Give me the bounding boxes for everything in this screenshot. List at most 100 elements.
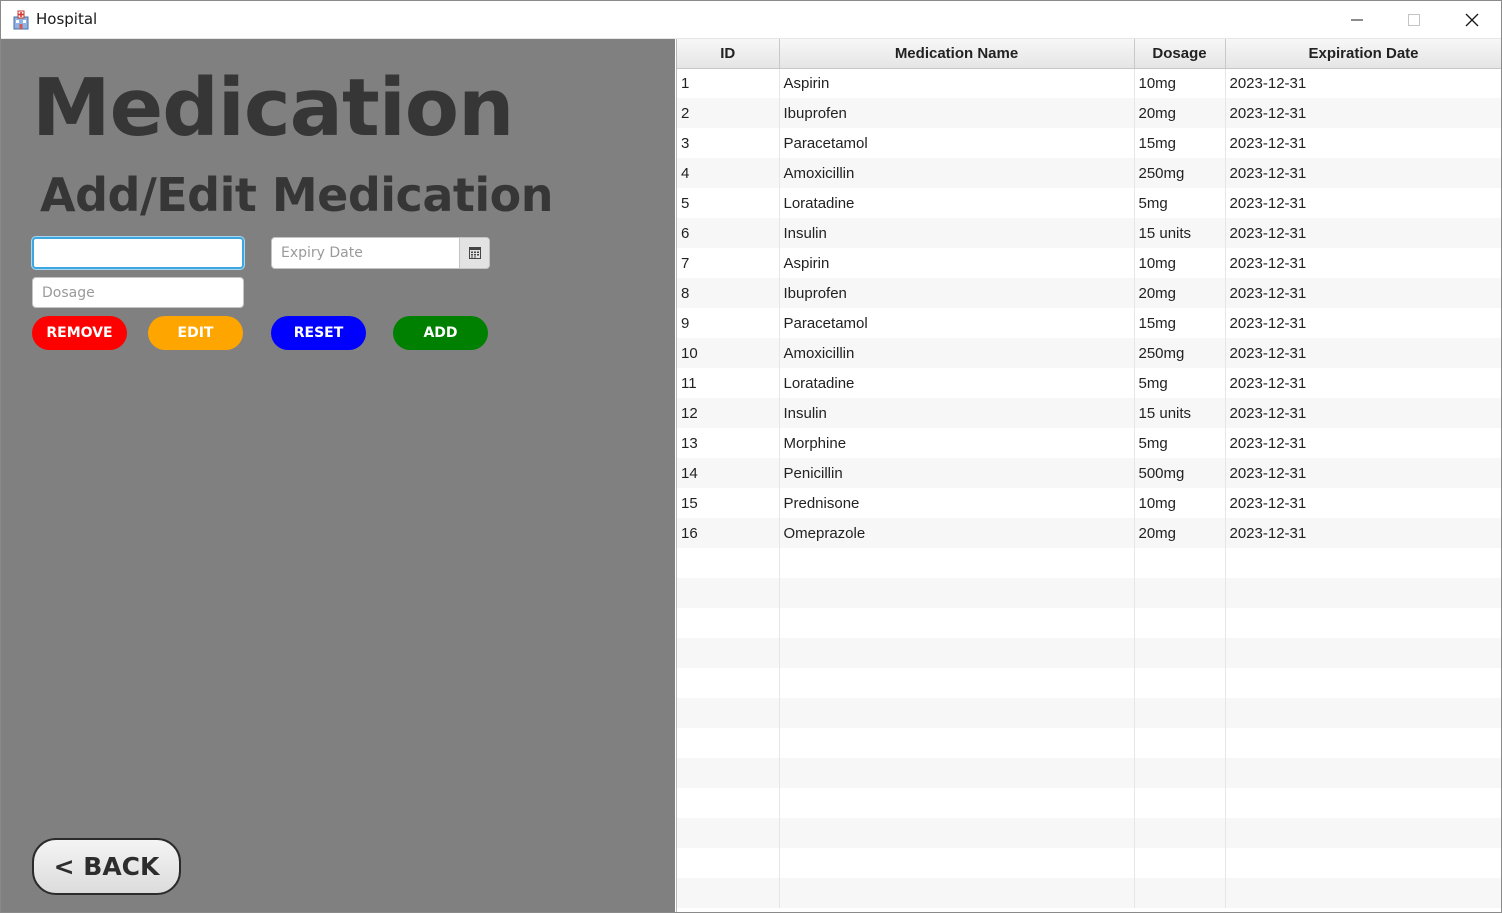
cell-dosage [1134,608,1226,638]
close-button[interactable] [1444,1,1500,38]
table-body: 1 Aspirin 10mg 2023-12-31 2 Ibuprofen 20mg 2023… [677,68,1501,908]
column-header-expiration-date[interactable]: Expiration Date [1225,39,1501,69]
cell-id: 13 [677,428,780,458]
cell-medication-name: Penicillin [779,458,1135,488]
cell-dosage: 5mg [1134,188,1226,218]
cell-dosage: 15mg [1134,308,1226,338]
back-button[interactable]: < BACK [32,838,181,895]
cell-dosage [1134,728,1226,758]
cell-expiration-date [1225,788,1501,818]
cell-medication-name: Loratadine [779,188,1135,218]
add-button[interactable]: ADD [393,316,488,350]
cell-medication-name: Insulin [779,218,1135,248]
cell-id: 10 [677,338,780,368]
calendar-button[interactable] [459,238,489,268]
cell-expiration-date: 2023-12-31 [1225,398,1501,428]
cell-medication-name [779,548,1135,578]
cell-dosage: 15mg [1134,128,1226,158]
table-row[interactable]: 10 Amoxicillin 250mg 2023-12-31 [677,338,1501,368]
empty-table-row [677,818,1501,848]
table-row[interactable]: 7 Aspirin 10mg 2023-12-31 [677,248,1501,278]
hospital-icon [13,10,29,30]
cell-id: 7 [677,248,780,278]
table-row[interactable]: 1 Aspirin 10mg 2023-12-31 [677,68,1501,98]
cell-id: 11 [677,368,780,398]
table-row[interactable]: 16 Omeprazole 20mg 2023-12-31 [677,518,1501,548]
cell-expiration-date [1225,668,1501,698]
app-window: Hospital Medication Add/Edit Medication [0,0,1502,913]
minimize-button[interactable] [1329,1,1385,38]
cell-medication-name: Paracetamol [779,308,1135,338]
cell-dosage: 20mg [1134,278,1226,308]
empty-table-row [677,758,1501,788]
cell-id: 6 [677,218,780,248]
cell-id: 8 [677,278,780,308]
cell-dosage [1134,758,1226,788]
column-header-dosage[interactable]: Dosage [1134,39,1226,69]
page-title: Medication [32,62,514,154]
maximize-button[interactable] [1386,1,1442,38]
table-row[interactable]: 5 Loratadine 5mg 2023-12-31 [677,188,1501,218]
cell-medication-name [779,788,1135,818]
cell-expiration-date [1225,848,1501,878]
cell-medication-name [779,878,1135,908]
table-row[interactable]: 9 Paracetamol 15mg 2023-12-31 [677,308,1501,338]
cell-expiration-date [1225,548,1501,578]
empty-table-row [677,788,1501,818]
cell-dosage: 250mg [1134,338,1226,368]
cell-id [677,818,780,848]
empty-table-row [677,638,1501,668]
cell-id [677,788,780,818]
column-header-id[interactable]: ID [677,39,780,69]
cell-medication-name [779,758,1135,788]
cell-expiration-date: 2023-12-31 [1225,98,1501,128]
table-row[interactable]: 14 Penicillin 500mg 2023-12-31 [677,458,1501,488]
cell-medication-name [779,728,1135,758]
medication-name-input[interactable] [32,237,244,269]
medication-table-panel[interactable]: ID Medication Name Dosage Expiration Dat… [676,39,1501,912]
cell-id: 3 [677,128,780,158]
cell-medication-name [779,698,1135,728]
dosage-input[interactable] [32,277,244,308]
reset-button[interactable]: RESET [271,316,366,350]
table-row[interactable]: 2 Ibuprofen 20mg 2023-12-31 [677,98,1501,128]
table-row[interactable]: 6 Insulin 15 units 2023-12-31 [677,218,1501,248]
cell-medication-name: Amoxicillin [779,338,1135,368]
table-row[interactable]: 11 Loratadine 5mg 2023-12-31 [677,368,1501,398]
cell-expiration-date [1225,728,1501,758]
title-bar: Hospital [1,1,1501,39]
cell-dosage [1134,548,1226,578]
cell-expiration-date: 2023-12-31 [1225,338,1501,368]
cell-expiration-date: 2023-12-31 [1225,518,1501,548]
table-row[interactable]: 4 Amoxicillin 250mg 2023-12-31 [677,158,1501,188]
column-header-medication-name[interactable]: Medication Name [779,39,1135,69]
cell-expiration-date [1225,758,1501,788]
cell-id: 15 [677,488,780,518]
cell-medication-name [779,608,1135,638]
cell-id: 1 [677,68,780,98]
cell-expiration-date: 2023-12-31 [1225,218,1501,248]
cell-id: 12 [677,398,780,428]
cell-expiration-date [1225,698,1501,728]
cell-medication-name: Aspirin [779,68,1135,98]
empty-table-row [677,548,1501,578]
empty-table-row [677,668,1501,698]
close-icon [1465,13,1479,26]
cell-id [677,608,780,638]
cell-dosage: 5mg [1134,368,1226,398]
table-row[interactable]: 13 Morphine 5mg 2023-12-31 [677,428,1501,458]
remove-button[interactable]: REMOVE [32,316,127,350]
empty-table-row [677,698,1501,728]
expiry-date-input[interactable] [272,238,459,268]
cell-expiration-date: 2023-12-31 [1225,188,1501,218]
window-title: Hospital [36,10,98,28]
table-row[interactable]: 3 Paracetamol 15mg 2023-12-31 [677,128,1501,158]
table-row[interactable]: 8 Ibuprofen 20mg 2023-12-31 [677,278,1501,308]
cell-id [677,548,780,578]
edit-button[interactable]: EDIT [148,316,243,350]
cell-id [677,878,780,908]
expiry-date-picker[interactable] [271,237,490,269]
table-row[interactable]: 15 Prednisone 10mg 2023-12-31 [677,488,1501,518]
cell-dosage: 20mg [1134,518,1226,548]
table-row[interactable]: 12 Insulin 15 units 2023-12-31 [677,398,1501,428]
